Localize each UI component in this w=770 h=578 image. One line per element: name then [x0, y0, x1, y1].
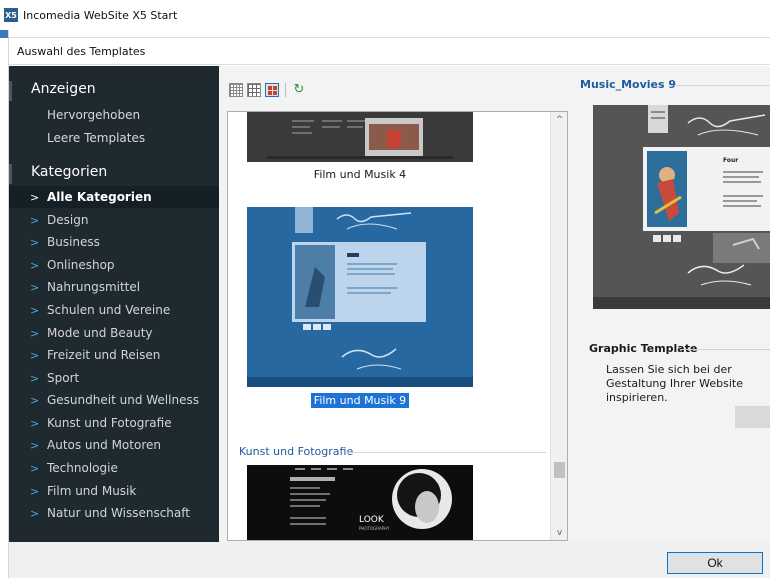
section-marker	[9, 164, 12, 184]
sidebar-item-design[interactable]: > Design	[9, 209, 219, 231]
scroll-up-arrow-icon[interactable]: ^	[551, 112, 567, 129]
category-label: Mode und Beauty	[47, 326, 153, 340]
chevron-right-icon: >	[30, 303, 40, 317]
template-caption-selected: Film und Musik 9	[247, 393, 473, 408]
app-logo-icon: X5	[4, 8, 18, 22]
sidebar-item-autos-und-motoren[interactable]: > Autos und Motoren	[9, 434, 219, 456]
chevron-right-icon: >	[30, 326, 40, 340]
category-label: Design	[47, 213, 89, 227]
template-details-panel: Music_Movies 9 Four Graphic Template Las…	[571, 66, 770, 542]
chevron-right-icon: >	[30, 371, 40, 385]
chevron-right-icon: >	[30, 235, 40, 249]
sidebar-section-anzeigen: Anzeigen	[9, 78, 219, 104]
sidebar-item-business[interactable]: > Business	[9, 231, 219, 253]
section-marker	[9, 81, 12, 101]
template-preview-image	[247, 207, 473, 387]
preview-heading: Four	[723, 157, 739, 164]
gallery-section-label: Kunst und Fotografie	[239, 445, 354, 458]
sidebar-item-schulen-und-vereine[interactable]: > Schulen und Vereine	[9, 299, 219, 321]
template-thumbnail-film-und-musik-4[interactable]	[247, 112, 473, 162]
dialog-title: Auswahl des Templates	[17, 44, 146, 58]
type-divider	[681, 349, 770, 350]
template-gallery: Film und Musik 4 Film und Musik 9 Kunst …	[227, 111, 568, 541]
thumbnail-overlay-title: LOOK	[359, 515, 384, 525]
category-label: Sport	[47, 371, 80, 385]
chevron-right-icon: >	[30, 348, 40, 362]
sidebar-item-gesundheit-und-wellness[interactable]: > Gesundheit und Wellness	[9, 389, 219, 411]
ok-button[interactable]: Ok	[667, 552, 763, 574]
toolbar-separator	[285, 83, 286, 97]
title-divider	[674, 85, 770, 86]
category-label: Autos und Motoren	[47, 438, 161, 452]
sidebar-item-natur-und-wissenschaft[interactable]: > Natur und Wissenschaft	[9, 502, 219, 524]
chevron-right-icon: >	[30, 213, 40, 227]
sidebar-item-leere-templates[interactable]: Leere Templates	[47, 131, 145, 145]
sidebar-heading-categories: Kategorien	[31, 164, 108, 180]
sidebar-section-kategorien: Kategorien	[9, 161, 219, 187]
category-label: Technologie	[47, 461, 118, 475]
template-thumbnail-film-und-musik-9[interactable]	[247, 207, 473, 387]
category-label: Schulen und Vereine	[47, 303, 171, 317]
chevron-right-icon: >	[30, 416, 40, 430]
category-label: Film und Musik	[47, 484, 137, 498]
category-label: Alle Kategorien	[47, 190, 152, 204]
background-window-accent	[0, 30, 8, 38]
chevron-right-icon: >	[30, 438, 40, 452]
chevron-right-icon: >	[30, 280, 40, 294]
sidebar-heading-show: Anzeigen	[31, 81, 96, 97]
template-name: Music_Movies 9	[580, 78, 677, 91]
chevron-right-icon: >	[30, 506, 40, 520]
scrollbar-thumb[interactable]	[554, 462, 565, 478]
sidebar-item-mode-und-beauty[interactable]: > Mode und Beauty	[9, 322, 219, 344]
chevron-right-icon: >	[30, 258, 40, 272]
category-label: Nahrungsmittel	[47, 280, 141, 294]
chevron-right-icon: >	[30, 393, 40, 407]
sidebar-item-technologie[interactable]: > Technologie	[9, 457, 219, 479]
dialog-footer: Ok	[9, 542, 770, 578]
window-title: Incomedia WebSite X5 Start	[23, 8, 178, 22]
sidebar-item-alle-kategorien[interactable]: > Alle Kategorien	[9, 186, 219, 208]
category-label: Business	[47, 235, 100, 249]
sidebar-item-sport[interactable]: > Sport	[9, 367, 219, 389]
template-description: Lassen Sie sich bei der Gestaltung Ihrer…	[606, 363, 744, 404]
template-browser: ↻ Film und Musik 4 Film und Musik 9 Kuns…	[219, 66, 571, 542]
details-button[interactable]	[735, 406, 770, 428]
chevron-right-icon: >	[30, 190, 40, 204]
gallery-scrollbar[interactable]: ^ v	[550, 112, 567, 540]
chevron-right-icon: >	[30, 484, 40, 498]
selected-caption-text: Film und Musik 9	[310, 393, 410, 408]
sidebar-item-film-und-musik[interactable]: > Film und Musik	[9, 480, 219, 502]
chevron-right-icon: >	[30, 461, 40, 475]
category-label: Natur und Wissenschaft	[47, 506, 190, 520]
refresh-icon[interactable]: ↻	[292, 83, 306, 97]
sidebar-item-nahrungsmittel[interactable]: > Nahrungsmittel	[9, 276, 219, 298]
grid-large-icon[interactable]	[265, 83, 279, 97]
sidebar: Anzeigen Hervorgehoben Leere Templates K…	[9, 66, 219, 542]
sidebar-item-hervorgehoben[interactable]: Hervorgehoben	[47, 108, 140, 122]
window-titlebar: X5 Incomedia WebSite X5 Start	[0, 0, 770, 30]
category-label: Freizeit und Reisen	[47, 348, 161, 362]
template-large-preview: Four	[593, 105, 770, 309]
preview-image	[593, 105, 770, 309]
category-label: Gesundheit und Wellness	[47, 393, 199, 407]
sidebar-item-onlineshop[interactable]: > Onlineshop	[9, 254, 219, 276]
background-window-edge	[0, 30, 9, 578]
template-thumbnail-kunst-und-fotografie[interactable]: LOOK PHOTOGRAPHY	[247, 465, 473, 540]
view-toolbar: ↻	[229, 83, 306, 97]
thumbnail-overlay-subtitle: PHOTOGRAPHY	[359, 526, 390, 531]
scroll-down-arrow-icon[interactable]: v	[551, 525, 567, 540]
category-label: Onlineshop	[47, 258, 115, 272]
grid-small-icon[interactable]	[229, 83, 243, 97]
template-preview-image	[247, 112, 473, 162]
sidebar-item-freizeit-und-reisen[interactable]: > Freizeit und Reisen	[9, 344, 219, 366]
grid-medium-icon[interactable]	[247, 83, 261, 97]
sidebar-item-kunst-und-fotografie[interactable]: > Kunst und Fotografie	[9, 412, 219, 434]
section-divider	[346, 452, 546, 453]
template-caption: Film und Musik 4	[313, 168, 407, 181]
category-label: Kunst und Fotografie	[47, 416, 172, 430]
dialog-header: Auswahl des Templates	[9, 37, 770, 65]
